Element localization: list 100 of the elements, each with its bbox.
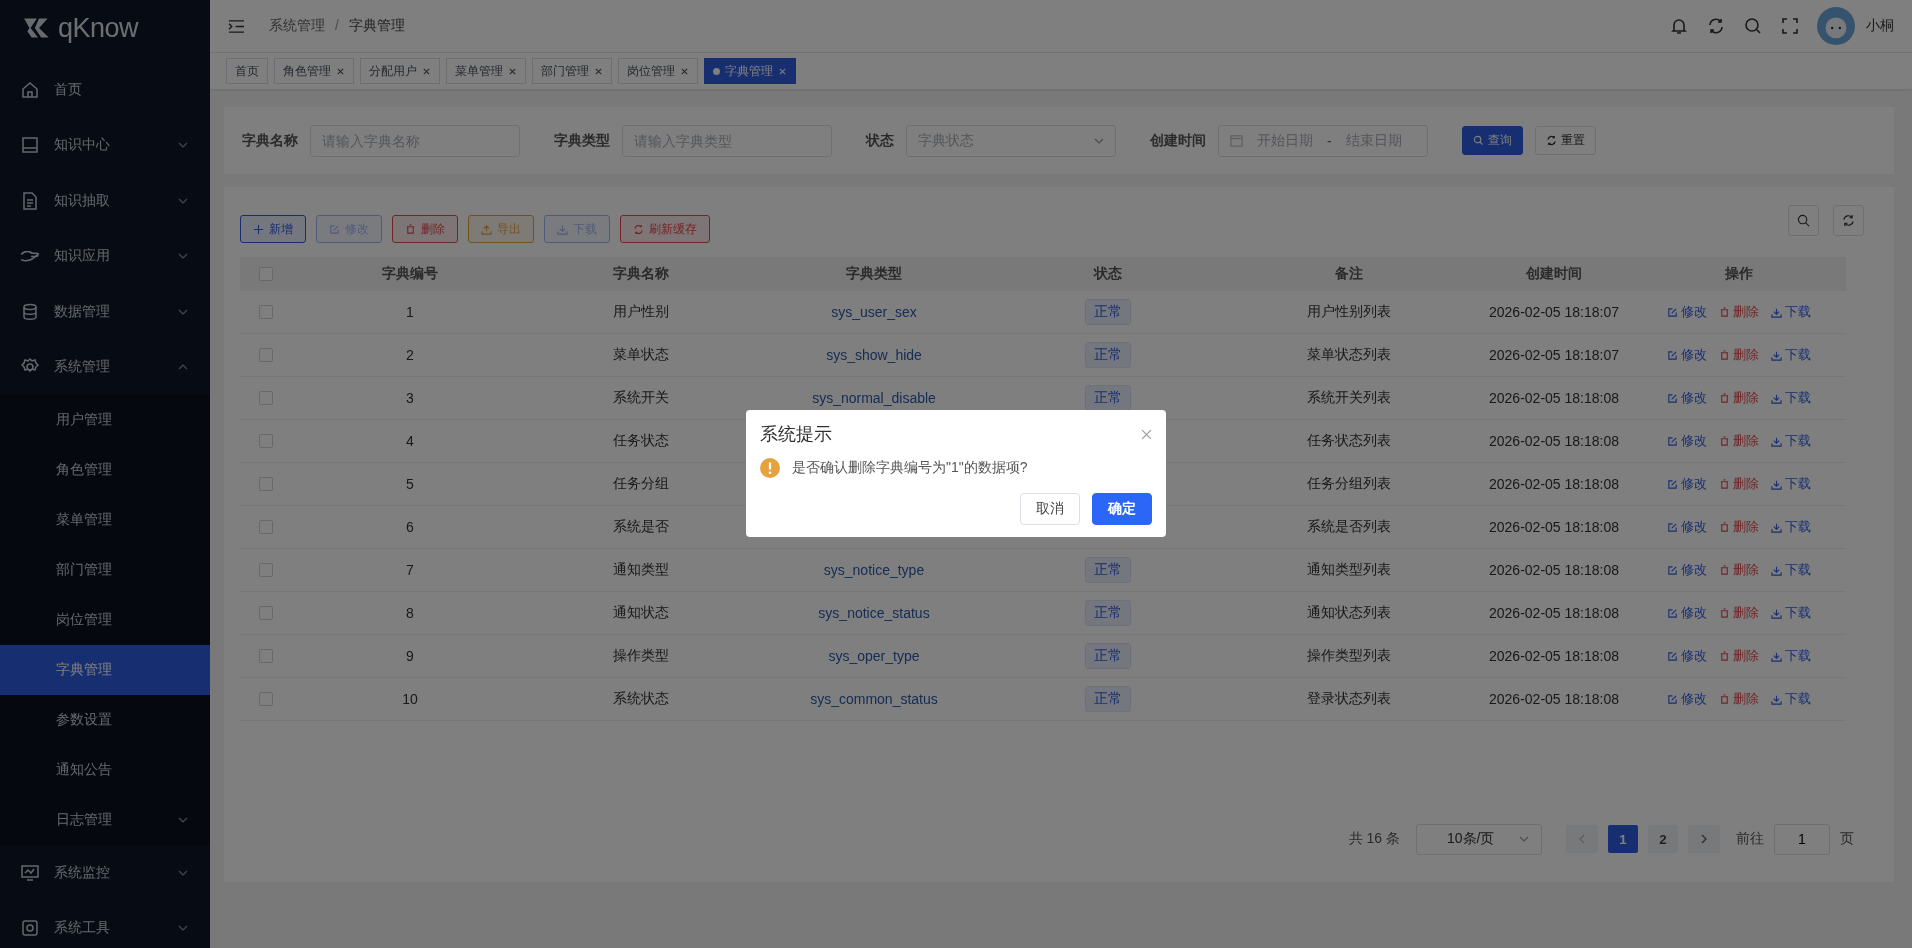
- download-link[interactable]: 下载: [1771, 475, 1811, 493]
- delete-link[interactable]: 删除: [1719, 561, 1759, 579]
- submenu-item[interactable]: 部门管理: [0, 545, 210, 595]
- edit-link[interactable]: 修改: [1667, 389, 1707, 407]
- submenu-item[interactable]: 参数设置: [0, 695, 210, 745]
- table-cell: 系统状态: [613, 690, 669, 708]
- filter-label: 字典类型: [554, 131, 610, 150]
- table-cell: 任务状态列表: [1307, 432, 1391, 450]
- confirm-button[interactable]: 确定: [1092, 493, 1152, 525]
- download-link[interactable]: 下载: [1771, 303, 1811, 321]
- dict-type-link[interactable]: sys_notice_status: [818, 605, 930, 621]
- delete-link[interactable]: 删除: [1719, 432, 1759, 450]
- menu-item[interactable]: 系统监控: [0, 845, 210, 901]
- page-tab[interactable]: 首页: [226, 58, 268, 84]
- breadcrumb-item[interactable]: 系统管理: [269, 17, 325, 35]
- edit-link[interactable]: 修改: [1667, 346, 1707, 364]
- submenu-item[interactable]: 菜单管理: [0, 495, 210, 545]
- edit-link[interactable]: 修改: [1667, 647, 1707, 665]
- table-cell: 通知状态列表: [1307, 604, 1391, 622]
- dict-type-link[interactable]: sys_user_sex: [831, 304, 917, 320]
- menu-item[interactable]: 数据管理: [0, 284, 210, 340]
- delete-link[interactable]: 删除: [1719, 346, 1759, 364]
- table-cell: 操作类型列表: [1307, 647, 1391, 665]
- menu-item[interactable]: 知识抽取: [0, 173, 210, 229]
- delete-link[interactable]: 删除: [1719, 303, 1759, 321]
- download-link[interactable]: 下载: [1771, 346, 1811, 364]
- submenu-item[interactable]: 岗位管理: [0, 595, 210, 645]
- toolbar-button[interactable]: 刷新缓存: [620, 215, 710, 243]
- table-cell: 2026-02-05 18:18:08: [1489, 691, 1619, 707]
- toolbar-button[interactable]: 删除: [392, 215, 458, 243]
- page-tab[interactable]: 岗位管理: [618, 58, 698, 84]
- status-tag: 正常: [1085, 342, 1131, 368]
- cancel-button[interactable]: 取消: [1020, 493, 1080, 525]
- dict-type-link[interactable]: sys_show_hide: [826, 347, 922, 363]
- reset-button[interactable]: 重置: [1535, 126, 1596, 155]
- delete-link[interactable]: 删除: [1719, 690, 1759, 708]
- page-tab[interactable]: 角色管理: [274, 58, 354, 84]
- delete-link[interactable]: 删除: [1719, 647, 1759, 665]
- table-cell: 2026-02-05 18:18:08: [1489, 562, 1619, 578]
- page-tab[interactable]: 部门管理: [532, 58, 612, 84]
- submenu-item[interactable]: 角色管理: [0, 445, 210, 495]
- search-button[interactable]: 查询: [1462, 126, 1523, 155]
- page-tab[interactable]: 字典管理: [704, 58, 796, 84]
- menu-item[interactable]: 系统管理: [0, 339, 210, 395]
- edit-link[interactable]: 修改: [1667, 475, 1707, 493]
- column-header: 操作: [1725, 265, 1753, 283]
- total-count: 共 16 条: [1348, 830, 1400, 848]
- table-cell: 通知状态: [613, 604, 669, 622]
- edit-link[interactable]: 修改: [1667, 561, 1707, 579]
- page-unit: 页: [1840, 830, 1854, 848]
- table-cell: 3: [406, 390, 414, 406]
- download-link[interactable]: 下载: [1771, 604, 1811, 622]
- submenu-item[interactable]: 通知公告: [0, 745, 210, 795]
- toolbar-button[interactable]: 新增: [240, 215, 306, 243]
- submenu-item[interactable]: 日志管理: [0, 795, 210, 845]
- page-button[interactable]: 1: [1608, 825, 1638, 853]
- toolbar-button[interactable]: 导出: [468, 215, 534, 243]
- download-link[interactable]: 下载: [1771, 690, 1811, 708]
- column-header: 字典名称: [613, 265, 669, 283]
- delete-link[interactable]: 删除: [1719, 604, 1759, 622]
- edit-link[interactable]: 修改: [1667, 604, 1707, 622]
- edit-link[interactable]: 修改: [1667, 432, 1707, 450]
- dict-type-link[interactable]: sys_normal_disable: [812, 390, 936, 406]
- dict-type-link[interactable]: sys_notice_type: [823, 562, 925, 578]
- download-link[interactable]: 下载: [1771, 518, 1811, 536]
- edit-link[interactable]: 修改: [1667, 690, 1707, 708]
- menu-item[interactable]: 系统工具: [0, 900, 210, 948]
- menu-item[interactable]: 知识中心: [0, 117, 210, 173]
- page-size-select[interactable]: 10条/页: [1416, 823, 1542, 855]
- column-header: 备注: [1335, 265, 1363, 283]
- dict-type-link[interactable]: sys_oper_type: [828, 648, 920, 664]
- dict-type-link[interactable]: sys_common_status: [810, 691, 938, 707]
- menu-item[interactable]: 首页: [0, 62, 210, 118]
- table-cell: 2026-02-05 18:18:08: [1489, 519, 1619, 535]
- menu-item[interactable]: 知识应用: [0, 228, 210, 284]
- page-tab[interactable]: 分配用户: [360, 58, 440, 84]
- submenu-item[interactable]: 字典管理: [0, 645, 210, 695]
- edit-link[interactable]: 修改: [1667, 518, 1707, 536]
- table-cell: 7: [406, 562, 414, 578]
- goto-label: 前往: [1736, 830, 1764, 848]
- filter-label: 创建时间: [1150, 131, 1206, 150]
- user-name[interactable]: 小桐: [1866, 17, 1894, 35]
- status-tag: 正常: [1085, 557, 1131, 583]
- table-cell: 2026-02-05 18:18:07: [1489, 347, 1619, 363]
- page-button[interactable]: 2: [1648, 825, 1678, 853]
- download-link[interactable]: 下载: [1771, 432, 1811, 450]
- page-number-field[interactable]: 1: [1774, 823, 1830, 855]
- table-cell: 8: [406, 605, 414, 621]
- submenu-item[interactable]: 用户管理: [0, 395, 210, 445]
- table-cell: 2026-02-05 18:18:08: [1489, 648, 1619, 664]
- delete-link[interactable]: 删除: [1719, 389, 1759, 407]
- edit-link[interactable]: 修改: [1667, 303, 1707, 321]
- delete-link[interactable]: 删除: [1719, 518, 1759, 536]
- table-cell: 操作类型: [613, 647, 669, 665]
- download-link[interactable]: 下载: [1771, 389, 1811, 407]
- table-cell: 2: [406, 347, 414, 363]
- page-tab[interactable]: 菜单管理: [446, 58, 526, 84]
- download-link[interactable]: 下载: [1771, 647, 1811, 665]
- download-link[interactable]: 下载: [1771, 561, 1811, 579]
- delete-link[interactable]: 删除: [1719, 475, 1759, 493]
